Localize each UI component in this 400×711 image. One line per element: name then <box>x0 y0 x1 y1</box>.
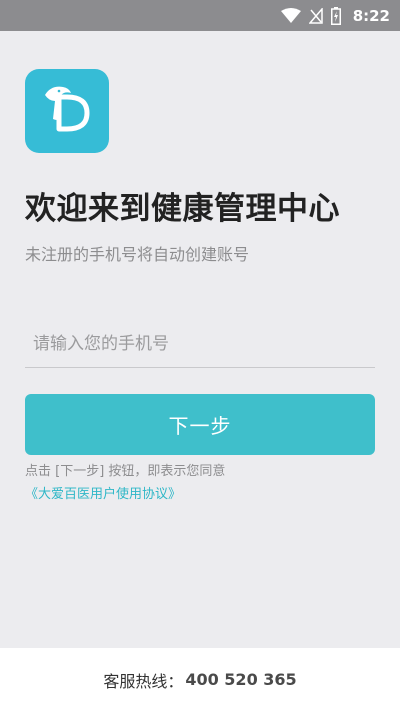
hotline-number[interactable]: 400 520 365 <box>185 670 296 689</box>
login-page: 欢迎来到健康管理中心 未注册的手机号将自动创建账号 下一步 点击 [下一步] 按… <box>0 31 400 648</box>
signal-icon <box>308 7 323 24</box>
wifi-icon <box>280 7 301 24</box>
agreement-text: 点击 [下一步] 按钮，即表示您同意 <box>25 464 226 479</box>
status-bar: 8:22 <box>0 0 400 31</box>
battery-charging-icon <box>330 6 341 25</box>
page-title: 欢迎来到健康管理中心 <box>25 191 340 227</box>
next-button[interactable]: 下一步 <box>25 394 375 455</box>
agreement-notice: 点击 [下一步] 按钮，即表示您同意《大爱百医用户使用协议》 <box>25 460 375 506</box>
clock: 8:22 <box>352 6 390 25</box>
user-agreement-link[interactable]: 《大爱百医用户使用协议》 <box>25 487 181 502</box>
phone-number-input[interactable] <box>25 320 375 368</box>
dolphin-logo-icon <box>39 79 95 143</box>
page-subtitle: 未注册的手机号将自动创建账号 <box>25 245 250 264</box>
app-logo <box>25 69 109 153</box>
hotline-label: 客服热线： <box>103 671 184 691</box>
customer-service-footer: 客服热线： 400 520 365 <box>0 648 400 711</box>
